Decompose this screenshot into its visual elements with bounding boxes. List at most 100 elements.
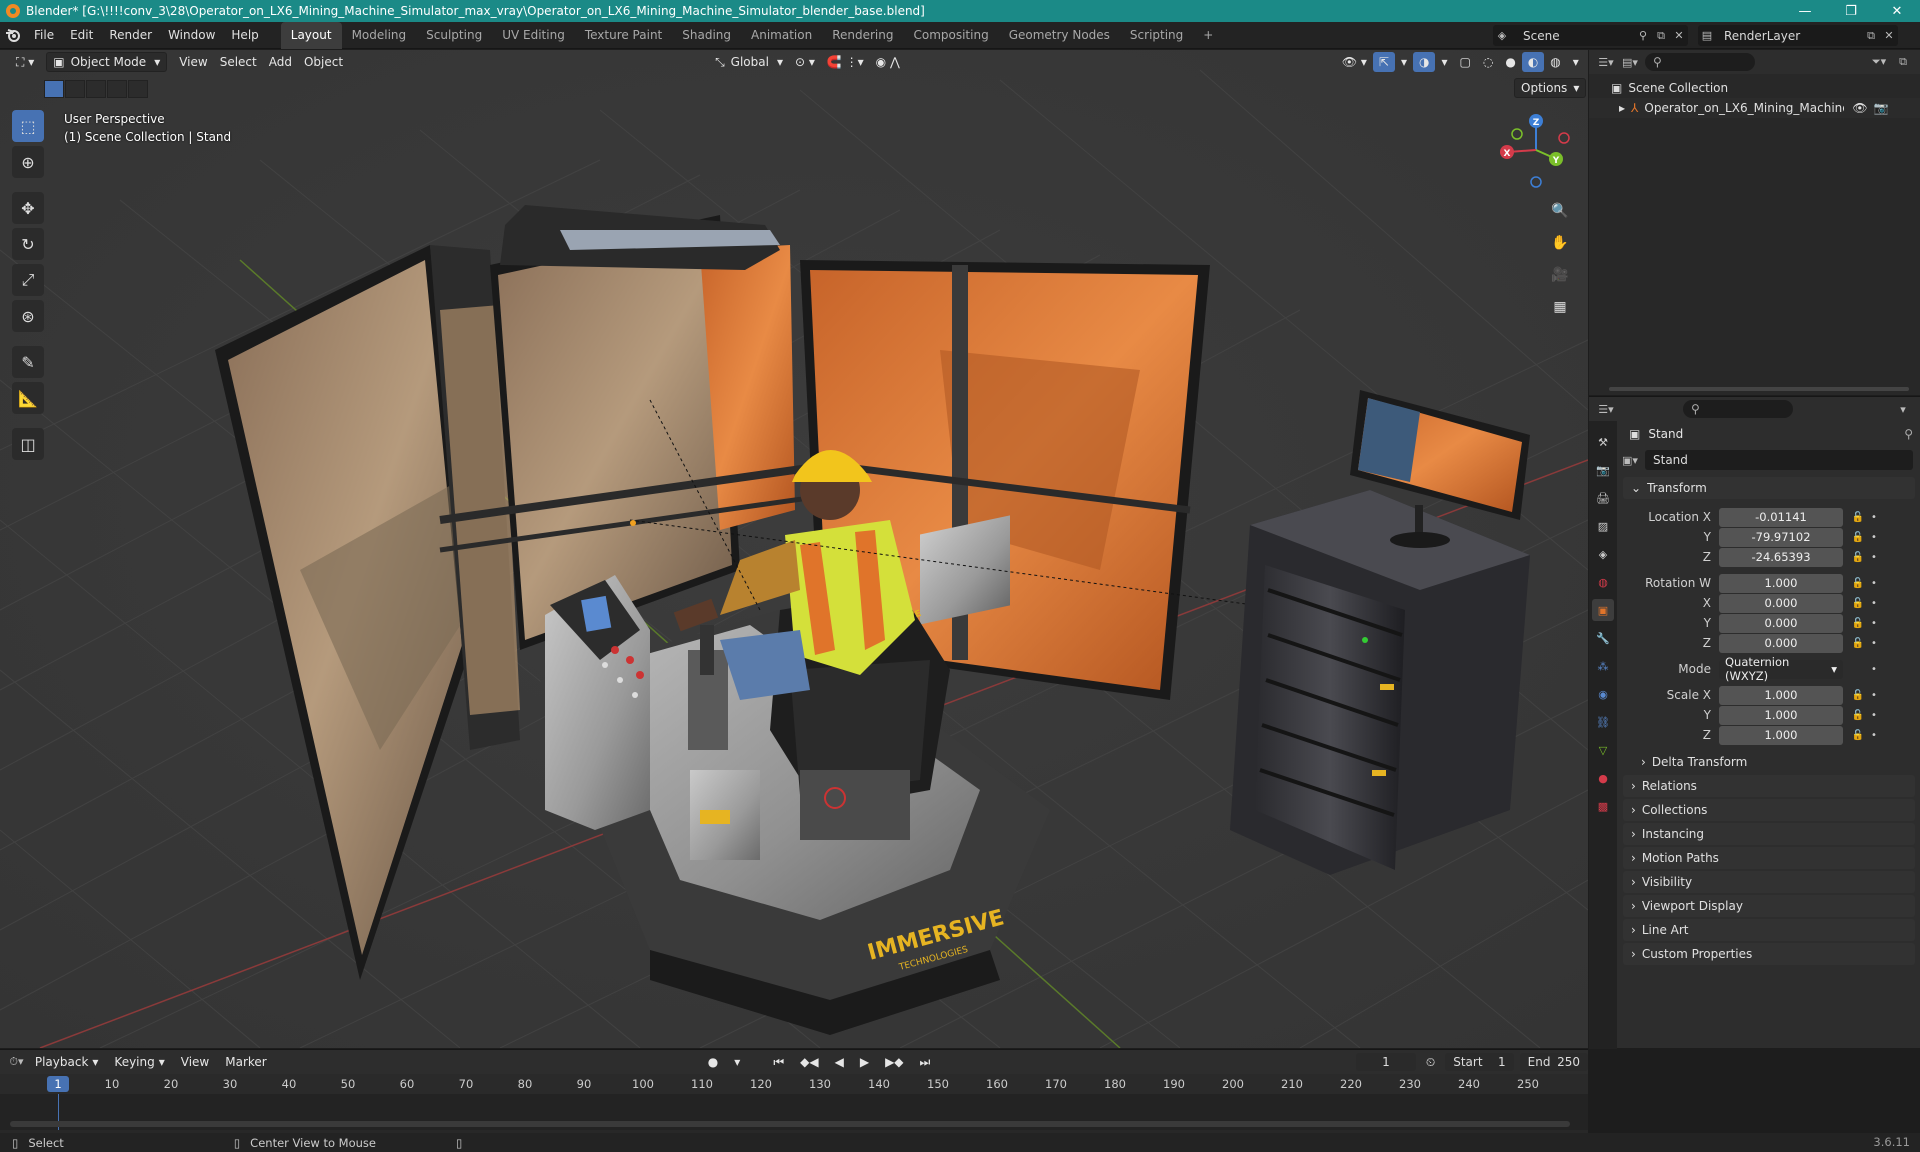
select-box-tool-icon[interactable]: ⬚: [12, 110, 44, 142]
solid-shading-button[interactable]: ●: [1499, 52, 1521, 72]
preview-range-icon[interactable]: ⏲: [1420, 1052, 1441, 1072]
visibility-button[interactable]: 👁 ▾: [1336, 52, 1373, 72]
tab-layout[interactable]: Layout: [280, 21, 342, 49]
select-extend-button[interactable]: [65, 80, 85, 98]
keyframe-dot-icon[interactable]: •: [1867, 578, 1881, 589]
start-frame-field[interactable]: Start 1: [1445, 1053, 1514, 1071]
keyframe-dot-icon[interactable]: •: [1867, 638, 1881, 649]
timeline-view-menu[interactable]: View: [175, 1052, 215, 1072]
location-x-field[interactable]: -0.01141: [1719, 507, 1843, 527]
location-y-field[interactable]: -79.97102: [1719, 527, 1843, 547]
camera-view-icon[interactable]: 🎥: [1547, 262, 1573, 288]
editor-type-menu[interactable]: ⛶ ▾: [10, 52, 40, 72]
lock-icon[interactable]: 🔓: [1849, 690, 1867, 701]
delete-scene-icon[interactable]: ✕: [1670, 27, 1688, 45]
playhead-frame-label[interactable]: 1: [47, 1076, 69, 1092]
relations-panel-header[interactable]: › Relations: [1623, 775, 1915, 797]
tab-sculpting[interactable]: Sculpting: [416, 22, 492, 49]
keyframe-dot-icon[interactable]: •: [1867, 532, 1881, 543]
mode-selector[interactable]: ▣ Object Mode ▾: [46, 52, 168, 72]
scale-y-field[interactable]: 1.000: [1719, 705, 1843, 725]
keyframe-dot-icon[interactable]: •: [1867, 552, 1881, 563]
new-collection-icon[interactable]: ⧉: [1894, 53, 1912, 71]
rotation-w-field[interactable]: 1.000: [1719, 573, 1843, 593]
new-scene-icon[interactable]: ⧉: [1652, 27, 1670, 45]
tab-scripting[interactable]: Scripting: [1120, 22, 1193, 49]
rotation-x-field[interactable]: 0.000: [1719, 593, 1843, 613]
scale-tool-icon[interactable]: ⤢: [12, 264, 44, 296]
xray-button[interactable]: ▢: [1454, 52, 1477, 72]
modifier-tab-icon[interactable]: 🔧: [1592, 627, 1614, 649]
maximize-button[interactable]: ❐: [1828, 0, 1874, 22]
zoom-icon[interactable]: 🔍: [1547, 198, 1573, 224]
view-layer-tab-icon[interactable]: ▨: [1592, 515, 1614, 537]
transform-panel-header[interactable]: ⌄ Transform: [1623, 477, 1915, 499]
timeline-scrollbar[interactable]: [10, 1121, 1570, 1127]
tab-rendering[interactable]: Rendering: [822, 22, 903, 49]
rotation-z-field[interactable]: 0.000: [1719, 633, 1843, 653]
close-button[interactable]: ✕: [1874, 0, 1920, 22]
rendered-shading-button[interactable]: ◍: [1544, 52, 1566, 72]
display-mode-icon[interactable]: ▤▾: [1621, 53, 1639, 71]
properties-editor-icon[interactable]: ☰▾: [1597, 400, 1615, 418]
pivot-point-button[interactable]: ⊙ ▾: [789, 52, 821, 72]
current-frame-field[interactable]: 1: [1355, 1053, 1416, 1071]
timeline-ruler[interactable]: 1 10 20 30 40 50 60 70 80 90 100 110 120…: [0, 1074, 1588, 1094]
ortho-grid-icon[interactable]: ▦: [1547, 294, 1573, 320]
scene-tab-icon[interactable]: ◈: [1592, 543, 1614, 565]
rotation-mode-dropdown[interactable]: Quaternion (WXYZ) ▾: [1719, 655, 1843, 683]
filter-icon[interactable]: ⏷▾: [1870, 53, 1888, 71]
navigation-gizmo[interactable]: Z X Y: [1496, 110, 1576, 190]
overlay-toggle-button[interactable]: ◑: [1412, 52, 1436, 72]
lock-icon[interactable]: 🔓: [1849, 618, 1867, 629]
chevron-down-icon[interactable]: ▾: [1894, 400, 1912, 418]
auto-keying-button[interactable]: ●: [702, 1052, 724, 1072]
scale-x-field[interactable]: 1.000: [1719, 685, 1843, 705]
play-reverse-button[interactable]: ◀: [829, 1052, 850, 1072]
constraints-tab-icon[interactable]: ⛓: [1592, 711, 1614, 733]
new-layer-icon[interactable]: ⧉: [1862, 27, 1880, 45]
outliner-editor-icon[interactable]: ☰▾: [1597, 53, 1615, 71]
keyframe-dot-icon[interactable]: •: [1867, 664, 1881, 675]
keyframe-dot-icon[interactable]: •: [1867, 710, 1881, 721]
data-tab-icon[interactable]: ▽: [1592, 739, 1614, 761]
select-subtract-button[interactable]: [86, 80, 106, 98]
lock-icon[interactable]: 🔓: [1849, 730, 1867, 741]
prev-keyframe-button[interactable]: ◆◀: [794, 1052, 824, 1072]
tab-texture-paint[interactable]: Texture Paint: [575, 22, 672, 49]
material-shading-button[interactable]: ◐: [1521, 52, 1545, 72]
instancing-panel-header[interactable]: › Instancing: [1623, 823, 1915, 845]
output-tab-icon[interactable]: 🖨: [1592, 487, 1614, 509]
playback-menu[interactable]: Playback ▾: [29, 1052, 105, 1072]
select-new-button[interactable]: [44, 80, 64, 98]
delete-layer-icon[interactable]: ✕: [1880, 27, 1898, 45]
menu-edit[interactable]: Edit: [62, 22, 101, 49]
end-frame-field[interactable]: End 250: [1519, 1053, 1589, 1071]
tab-uv-editing[interactable]: UV Editing: [492, 22, 575, 49]
rotate-tool-icon[interactable]: ↻: [12, 228, 44, 260]
lock-icon[interactable]: 🔓: [1849, 598, 1867, 609]
scale-z-field[interactable]: 1.000: [1719, 725, 1843, 745]
keyframe-dot-icon[interactable]: •: [1867, 690, 1881, 701]
texture-tab-icon[interactable]: ▩: [1592, 795, 1614, 817]
outliner-scene-collection[interactable]: ▣ Scene Collection: [1589, 78, 1920, 98]
lock-icon[interactable]: 🔓: [1849, 552, 1867, 563]
tab-compositing[interactable]: Compositing: [903, 22, 998, 49]
visibility-panel-header[interactable]: › Visibility: [1623, 871, 1915, 893]
gizmo-toggle-button[interactable]: ⇱: [1372, 52, 1395, 72]
collections-panel-header[interactable]: › Collections: [1623, 799, 1915, 821]
gizmo-menu[interactable]: ▾: [1395, 52, 1413, 72]
proportional-edit-button[interactable]: ◉ ⋀: [870, 52, 906, 72]
expand-arrow-icon[interactable]: ▸: [1619, 101, 1625, 115]
options-dropdown[interactable]: Options ▾: [1514, 78, 1587, 98]
timeline-track-area[interactable]: [0, 1094, 1588, 1130]
tab-animation[interactable]: Animation: [741, 22, 822, 49]
pan-hand-icon[interactable]: ✋: [1547, 230, 1573, 256]
3d-viewport[interactable]: IMMERSIVE TECHNOLOGIES IMMERSIVE: [0, 50, 1588, 1048]
pin-icon[interactable]: ⚲: [1634, 27, 1652, 45]
add-menu[interactable]: Add: [263, 52, 298, 72]
play-button[interactable]: ▶: [854, 1052, 875, 1072]
menu-help[interactable]: Help: [223, 22, 266, 49]
pin-icon[interactable]: ⚲: [1904, 427, 1913, 441]
transform-tool-icon[interactable]: ⊛: [12, 300, 44, 332]
